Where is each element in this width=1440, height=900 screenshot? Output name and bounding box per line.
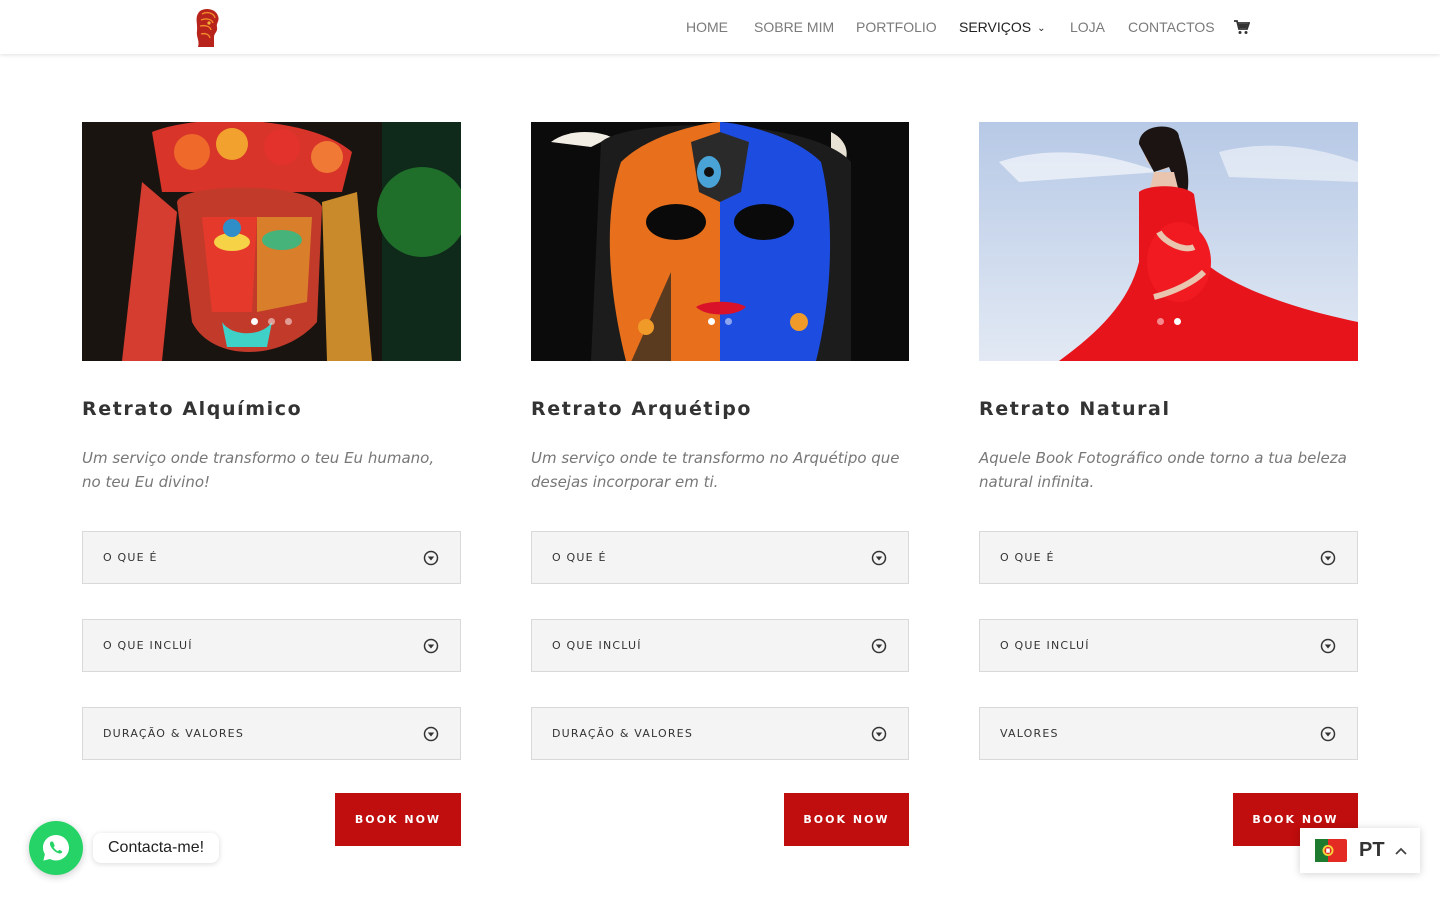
whatsapp-label[interactable]: Contacta-me! — [93, 833, 220, 863]
chevron-up-icon — [1394, 847, 1407, 855]
toggle-o-que-inclui[interactable]: O QUE INCLUÍ — [82, 619, 461, 672]
toggle-o-que-e[interactable]: O QUE É — [82, 531, 461, 584]
language-code: PT — [1359, 839, 1385, 861]
expand-circle-icon — [1320, 550, 1336, 566]
nav-portfolio[interactable]: PORTFOLIO — [856, 19, 937, 35]
slider-dot[interactable] — [725, 318, 732, 325]
image-slider[interactable] — [531, 122, 909, 361]
toggle-o-que-e[interactable]: O QUE É — [979, 531, 1358, 584]
site-logo-icon[interactable] — [190, 7, 224, 49]
service-title: Retrato Arquétipo — [531, 398, 753, 420]
portugal-flag-icon — [1315, 839, 1347, 862]
toggle-label: DURAÇÃO & VALORES — [103, 727, 245, 740]
slider-dot[interactable] — [1173, 318, 1181, 325]
site-header: HOME SOBRE MIM PORTFOLIO SERVIÇOS ⌄ LOJA … — [0, 0, 1440, 54]
image-slider[interactable] — [82, 122, 461, 361]
toggle-valores[interactable]: VALORES — [979, 707, 1358, 760]
expand-circle-icon — [871, 726, 887, 742]
toggle-label: DURAÇÃO & VALORES — [552, 727, 694, 740]
portrait-photo-arquetipo — [531, 122, 909, 361]
expand-circle-icon — [1320, 726, 1336, 742]
service-card-arquetipo: Retrato Arquétipo Um serviço onde te tra… — [531, 122, 909, 760]
shopping-cart-icon[interactable] — [1234, 19, 1250, 35]
service-description: Um serviço onde te transformo no Arquéti… — [531, 449, 900, 491]
toggle-group: O QUE É O QUE INCLUÍ DURAÇÃO & VALORES — [82, 531, 461, 760]
language-switcher[interactable]: PT — [1300, 828, 1420, 873]
nav-contactos[interactable]: CONTACTOS — [1128, 19, 1215, 35]
book-now-button[interactable]: BOOK NOW — [784, 793, 909, 846]
slider-dot[interactable] — [1156, 318, 1164, 325]
nav-sobre-mim[interactable]: SOBRE MIM — [754, 19, 834, 35]
service-card-natural: Retrato Natural Aquele Book Fotográfico … — [979, 122, 1358, 760]
slider-dot[interactable] — [285, 318, 292, 325]
expand-circle-icon — [423, 726, 439, 742]
chevron-down-icon: ⌄ — [1037, 23, 1046, 34]
nav-servicos[interactable]: SERVIÇOS ⌄ — [959, 19, 1046, 35]
toggle-label: O QUE É — [552, 551, 607, 564]
toggle-label: VALORES — [1000, 727, 1059, 740]
toggle-label: O QUE É — [103, 551, 158, 564]
nav-loja[interactable]: LOJA — [1070, 19, 1105, 35]
toggle-label: O QUE INCLUÍ — [552, 639, 642, 652]
slider-dots — [531, 318, 909, 325]
image-slider[interactable] — [979, 122, 1358, 361]
toggle-duracao-valores[interactable]: DURAÇÃO & VALORES — [531, 707, 909, 760]
expand-circle-icon — [1320, 638, 1336, 654]
expand-circle-icon — [423, 638, 439, 654]
toggle-label: O QUE É — [1000, 551, 1055, 564]
portrait-photo-alquimico — [82, 122, 461, 361]
portrait-photo-natural — [979, 122, 1358, 361]
slider-dot[interactable] — [708, 318, 715, 325]
expand-circle-icon — [871, 638, 887, 654]
service-description: Um serviço onde transformo o teu Eu huma… — [82, 449, 435, 491]
expand-circle-icon — [423, 550, 439, 566]
nav-servicos-label: SERVIÇOS — [959, 19, 1032, 35]
slider-dots — [82, 318, 461, 325]
toggle-o-que-inclui[interactable]: O QUE INCLUÍ — [531, 619, 909, 672]
whatsapp-icon — [43, 835, 69, 861]
toggle-group: O QUE É O QUE INCLUÍ DURAÇÃO & VALORES — [531, 531, 909, 760]
slider-dot[interactable] — [268, 318, 275, 325]
service-title: Retrato Alquímico — [82, 398, 303, 420]
slider-dot[interactable] — [251, 318, 258, 325]
toggle-group: O QUE É O QUE INCLUÍ VALORES — [979, 531, 1358, 760]
service-description: Aquele Book Fotográfico onde torno a tua… — [979, 449, 1347, 491]
toggle-duracao-valores[interactable]: DURAÇÃO & VALORES — [82, 707, 461, 760]
whatsapp-button[interactable] — [29, 821, 83, 875]
toggle-label: O QUE INCLUÍ — [103, 639, 193, 652]
toggle-label: O QUE INCLUÍ — [1000, 639, 1090, 652]
expand-circle-icon — [871, 550, 887, 566]
service-title: Retrato Natural — [979, 398, 1171, 420]
book-now-button[interactable]: BOOK NOW — [335, 793, 461, 846]
toggle-o-que-e[interactable]: O QUE É — [531, 531, 909, 584]
service-card-alquimico: Retrato Alquímico Um serviço onde transf… — [82, 122, 461, 760]
slider-dots — [979, 318, 1358, 325]
nav-home[interactable]: HOME — [686, 19, 728, 35]
toggle-o-que-inclui[interactable]: O QUE INCLUÍ — [979, 619, 1358, 672]
